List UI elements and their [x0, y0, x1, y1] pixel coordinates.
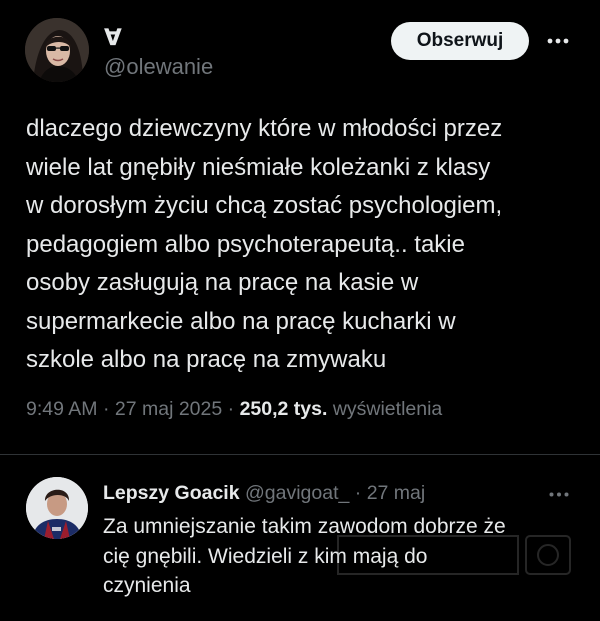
- tweet-text-line: osoby zasługują na pracę na kasie w: [26, 269, 419, 296]
- tweet-text-line: dlaczego dziewczyny które w młodości prz…: [26, 115, 503, 142]
- main-tweet: ∀ @olewanie Obserwuj dlaczego dziewczyny…: [0, 0, 600, 456]
- avatar[interactable]: [25, 18, 89, 82]
- tweet-text-line: supermarkecie albo na pracę kucharki w: [26, 307, 456, 335]
- reply-avatar[interactable]: [26, 477, 88, 539]
- more-horizontal-icon: [549, 492, 569, 496]
- reply-separator: ·: [354, 482, 362, 504]
- more-options-button[interactable]: [542, 30, 574, 52]
- views-label: wyświetlenia: [332, 398, 443, 420]
- meta-separator: ·: [227, 398, 235, 420]
- tweet-text-line: pedagogiem albo psychoterapeutą.. takie: [26, 230, 465, 258]
- reply-header: Lepszy Goacik @gavigoat_ · 27 maj: [103, 481, 425, 505]
- watermark-logo: [336, 532, 572, 578]
- reply-avatar-photo: [26, 477, 88, 539]
- reply-display-name[interactable]: Lepszy Goacik: [103, 482, 240, 504]
- reply-handle[interactable]: @gavigoat_: [245, 482, 349, 504]
- more-horizontal-icon: [547, 38, 569, 44]
- user-handle[interactable]: @olewanie: [104, 54, 213, 80]
- tweet-time[interactable]: 9:49 AM: [26, 398, 98, 420]
- reply-tweet[interactable]: Lepszy Goacik @gavigoat_ · 27 maj Za umn…: [0, 455, 600, 621]
- follow-button[interactable]: Obserwuj: [391, 22, 529, 60]
- reply-date[interactable]: 27 maj: [367, 482, 426, 504]
- display-name[interactable]: ∀: [104, 24, 122, 50]
- reply-more-options-button[interactable]: [544, 485, 574, 503]
- tweet-date[interactable]: 27 maj 2025: [115, 398, 222, 420]
- tweet-text: dlaczego dziewczyny które w młodości prz…: [26, 110, 586, 380]
- meta-separator: ·: [102, 398, 110, 420]
- tweet-meta: 9:49 AM · 27 maj 2025 · 250,2 tys. wyświ…: [26, 397, 586, 421]
- views-count[interactable]: 250,2 tys.: [240, 398, 328, 420]
- tweet-text-line: szkole albo na pracę na zmywaku: [26, 346, 387, 373]
- tweet-text-line: w dorosłym życiu chcą zostać psychologie…: [26, 192, 503, 219]
- avatar-photo: [25, 18, 89, 82]
- tweet-text-line: wiele lat gnębiły nieśmiałe koleżanki z …: [26, 153, 491, 181]
